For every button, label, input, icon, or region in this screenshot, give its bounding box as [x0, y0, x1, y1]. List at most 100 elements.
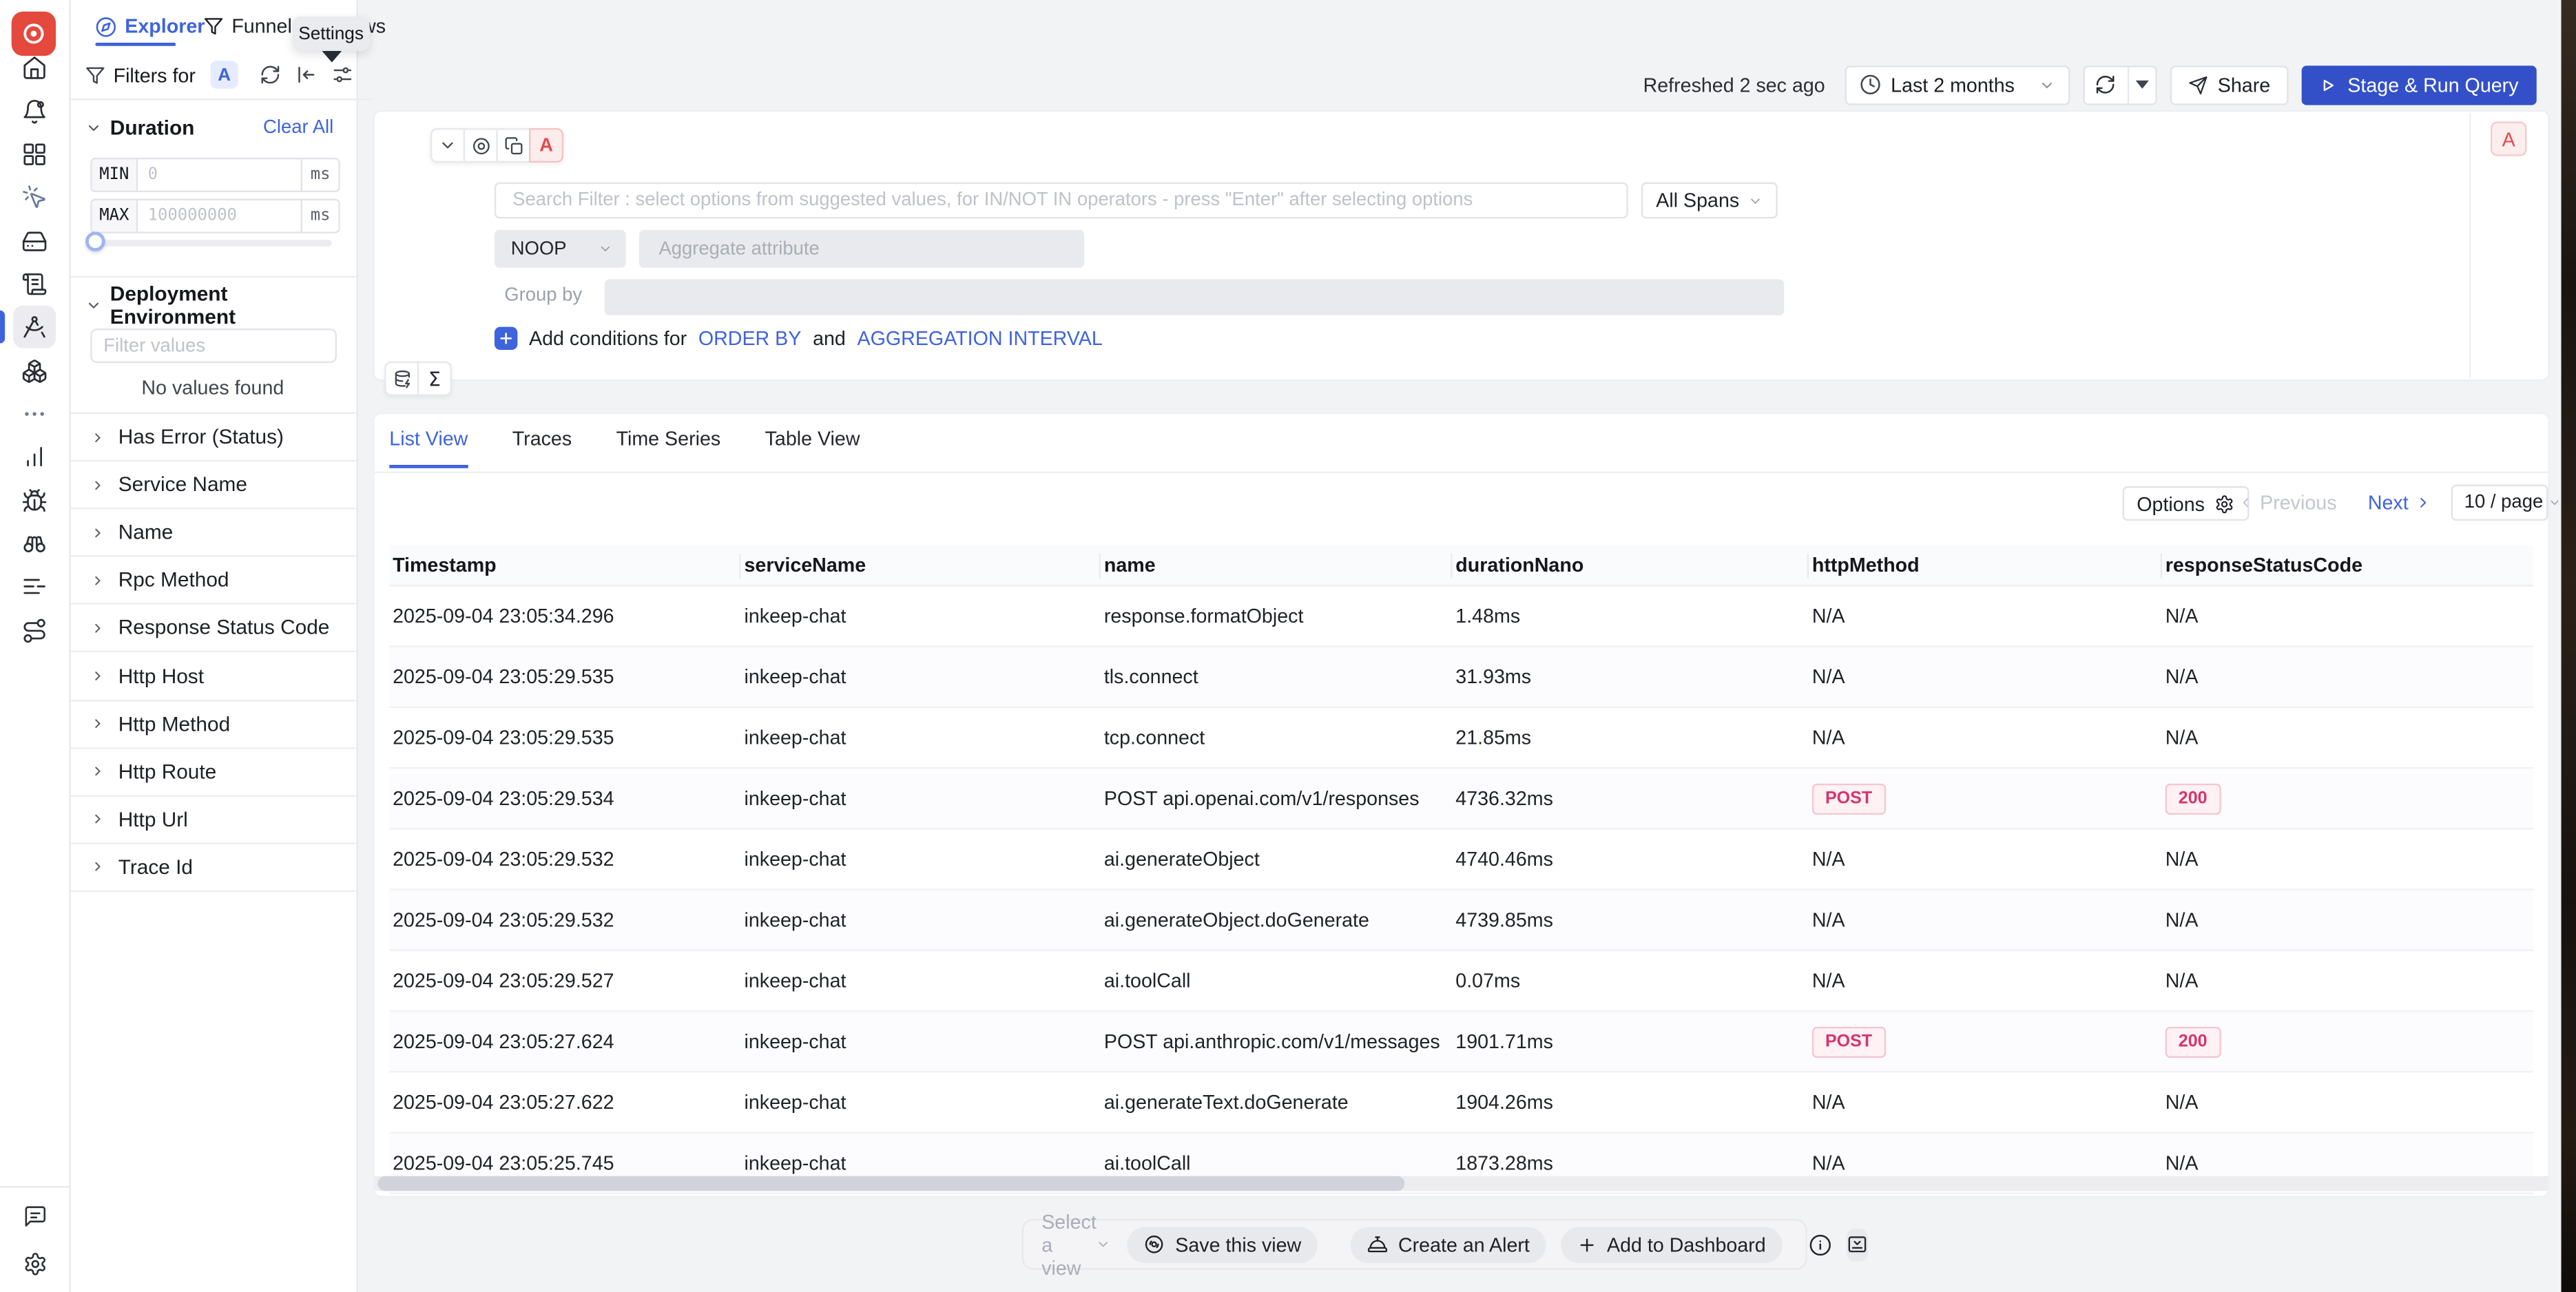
- query-a-chip[interactable]: A: [210, 61, 238, 89]
- filter-section-service-name[interactable]: Service Name: [69, 461, 356, 509]
- cell-responseStatusCode: N/A: [2162, 1091, 2533, 1114]
- table-row[interactable]: 2025-09-04 23:05:27.624inkeep-chatPOST a…: [389, 1012, 2533, 1072]
- filter-section-http-route[interactable]: Http Route: [69, 749, 356, 796]
- duration-section-header[interactable]: Duration Clear All: [69, 108, 353, 147]
- aggregation-interval-link[interactable]: AGGREGATION INTERVAL: [858, 327, 1103, 350]
- query-name-button[interactable]: A: [529, 128, 563, 163]
- table-row[interactable]: 2025-09-04 23:05:29.527inkeep-chatai.too…: [389, 951, 2533, 1012]
- options-button[interactable]: Options: [2122, 486, 2250, 521]
- filter-section-http-url[interactable]: Http Url: [69, 796, 356, 844]
- nav-item-explorer[interactable]: [0, 522, 69, 565]
- table-row[interactable]: 2025-09-04 23:05:27.622inkeep-chatai.gen…: [389, 1073, 2533, 1134]
- filter-section-name[interactable]: Name: [69, 510, 356, 557]
- cell-durationNano: 4740.46ms: [1453, 848, 1809, 871]
- page-size-select[interactable]: 10 / page: [2451, 485, 2548, 521]
- create-alert-button[interactable]: Create an Alert: [1351, 1227, 1546, 1262]
- horizontal-scrollbar-track[interactable]: [375, 1176, 2548, 1191]
- table-row[interactable]: 2025-09-04 23:05:29.532inkeep-chatai.gen…: [389, 830, 2533, 890]
- tab-list-view[interactable]: List View: [389, 427, 468, 468]
- horizontal-scrollbar-thumb[interactable]: [378, 1176, 1405, 1191]
- save-view-button[interactable]: Save this view: [1128, 1227, 1318, 1262]
- table-row[interactable]: 2025-09-04 23:05:34.296inkeep-chatrespon…: [389, 587, 2533, 647]
- nav-item-services[interactable]: [0, 349, 69, 393]
- database-zap-icon: [392, 368, 412, 388]
- filter-section-label: Http Url: [118, 808, 188, 831]
- nav-item-infrastructure[interactable]: [0, 219, 69, 262]
- add-formula-button[interactable]: Σ: [417, 362, 452, 396]
- nav-item-metrics[interactable]: [0, 435, 69, 479]
- deployment-filter-input[interactable]: [90, 329, 337, 363]
- clone-query-button[interactable]: [496, 128, 530, 163]
- filter-section-label: Rpc Method: [118, 569, 229, 592]
- table-row[interactable]: 2025-09-04 23:05:29.534inkeep-chatPOST a…: [389, 769, 2533, 829]
- span-scope-select[interactable]: All Spans: [1641, 183, 1778, 218]
- sync-icon[interactable]: [260, 64, 281, 85]
- filter-section-response-status-code[interactable]: Response Status Code: [69, 605, 356, 653]
- filter-section-http-method[interactable]: Http Method: [69, 700, 356, 748]
- next-button[interactable]: Next: [2368, 491, 2431, 514]
- tab-table-view[interactable]: Table View: [765, 427, 860, 468]
- stage-run-query-button[interactable]: Stage & Run Query: [2302, 65, 2537, 104]
- refresh-options-button[interactable]: [2129, 67, 2155, 103]
- nav-item-more[interactable]: [0, 392, 69, 435]
- table-row[interactable]: 2025-09-04 23:05:29.532inkeep-chatai.gen…: [389, 890, 2533, 951]
- tab-funnels[interactable]: Funnels: [204, 10, 302, 43]
- order-by-link[interactable]: ORDER BY: [698, 327, 802, 350]
- home-icon: [21, 54, 48, 81]
- chevron-down-icon: [439, 136, 457, 154]
- time-range-select[interactable]: Last 2 months: [1845, 65, 2070, 104]
- tab-traces[interactable]: Traces: [512, 427, 572, 468]
- cell-durationNano: 1904.26ms: [1453, 1091, 1809, 1114]
- nav-item-dashboards[interactable]: [0, 132, 69, 176]
- info-icon[interactable]: [1809, 1233, 1831, 1255]
- nav-item-logs[interactable]: [0, 262, 69, 306]
- duration-slider-track[interactable]: [92, 240, 332, 247]
- chevron-right-icon: [2415, 494, 2431, 511]
- filter-settings-icon[interactable]: [332, 64, 353, 85]
- nav-item-home[interactable]: [0, 46, 69, 90]
- table-row[interactable]: 2025-09-04 23:05:29.535inkeep-chattls.co…: [389, 647, 2533, 708]
- previous-button[interactable]: Previous: [2237, 491, 2337, 514]
- nav-item-get-started[interactable]: [0, 176, 69, 219]
- select-view-dropdown[interactable]: Select a view: [1041, 1210, 1111, 1279]
- tab-explorer[interactable]: Explorer: [95, 10, 205, 43]
- filter-section-trace-id[interactable]: Trace Id: [69, 844, 356, 892]
- clear-all-link[interactable]: Clear All: [263, 118, 333, 138]
- cell-responseStatusCode: N/A: [2162, 1152, 2533, 1174]
- share-button[interactable]: Share: [2170, 65, 2289, 104]
- deployment-section-header[interactable]: Deployment Environment: [69, 286, 353, 325]
- collapse-query-button[interactable]: [430, 128, 465, 163]
- search-filter-input[interactable]: [495, 183, 1628, 218]
- cell-httpMethod: POST: [1809, 1026, 2162, 1057]
- nav-item-alerts[interactable]: [0, 90, 69, 133]
- nav-item-support[interactable]: [0, 1202, 69, 1231]
- cell-httpMethod: N/A: [1809, 848, 2162, 871]
- nav-item-exceptions[interactable]: [0, 479, 69, 522]
- window-edge-scrollbar[interactable]: [2561, 0, 2576, 1292]
- table-row[interactable]: 2025-09-04 23:05:29.535inkeep-chattcp.co…: [389, 708, 2533, 769]
- filter-section-rpc-method[interactable]: Rpc Method: [69, 557, 356, 605]
- plus-icon: [498, 330, 515, 346]
- aggregate-operator-select[interactable]: NOOP: [495, 230, 626, 268]
- min-input[interactable]: [138, 159, 300, 190]
- add-query-button[interactable]: [384, 362, 419, 396]
- filter-section-has-error-status-[interactable]: Has Error (Status): [69, 414, 356, 461]
- filters-title: Filters for: [114, 63, 196, 86]
- query-a-badge[interactable]: A: [2491, 122, 2526, 156]
- chevron-down-icon: [2039, 76, 2055, 93]
- nav-item-logs-pipelines[interactable]: [0, 565, 69, 609]
- add-to-dashboard-button[interactable]: Add to Dashboard: [1561, 1227, 1782, 1262]
- tab-time-series[interactable]: Time Series: [616, 427, 721, 468]
- filter-section-http-host[interactable]: Http Host: [69, 653, 356, 700]
- hide-query-button[interactable]: [464, 128, 498, 163]
- max-input[interactable]: [138, 200, 300, 231]
- nav-item-service-map[interactable]: [0, 609, 69, 652]
- duration-slider-handle[interactable]: [85, 231, 105, 251]
- nav-item-traces[interactable]: [0, 306, 69, 349]
- add-condition-button[interactable]: [495, 327, 517, 350]
- collapse-panel-icon[interactable]: [295, 64, 317, 85]
- refresh-button[interactable]: [2085, 67, 2128, 103]
- nav-item-settings[interactable]: [0, 1249, 69, 1279]
- keyboard-shortcuts-button[interactable]: [1847, 1228, 1868, 1261]
- cell-durationNano: 21.85ms: [1453, 726, 1809, 749]
